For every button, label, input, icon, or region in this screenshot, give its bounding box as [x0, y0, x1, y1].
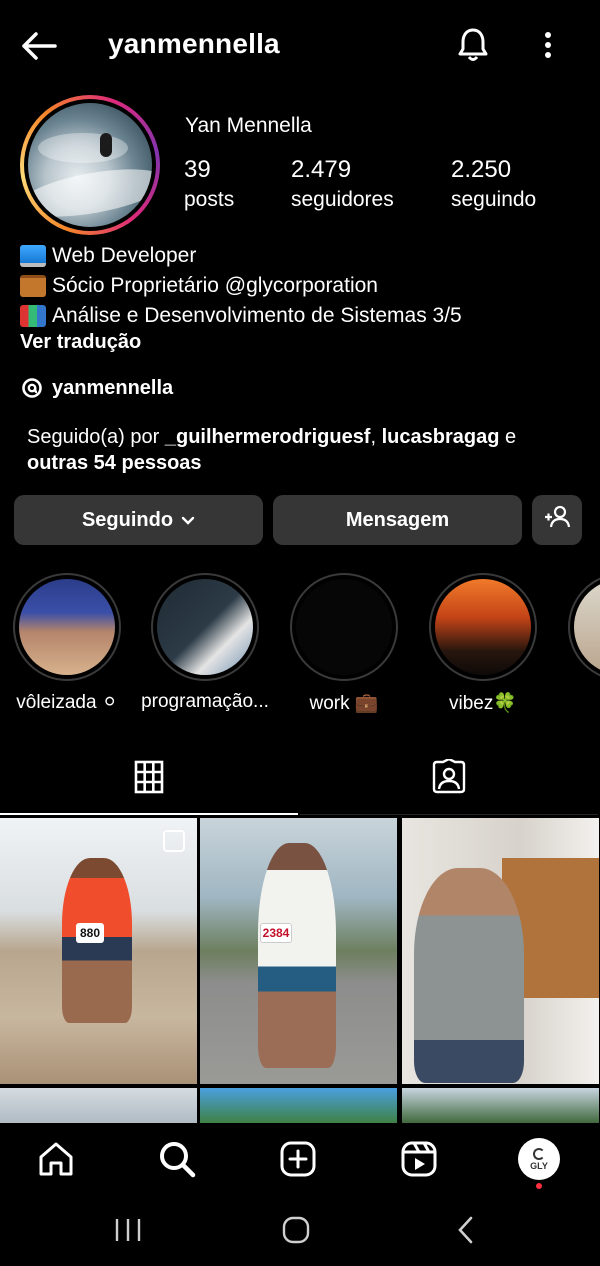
post-thumbnail[interactable] [200, 1088, 397, 1123]
post-thumbnail[interactable] [402, 818, 599, 1084]
highlight-label: vibez🍀 [448, 693, 517, 714]
stat-posts-label: posts [184, 188, 235, 211]
posts-grid: 880 2384 [0, 818, 600, 1123]
threads-handle: yanmennella [52, 376, 174, 399]
highlight-cover [435, 579, 531, 675]
desktop-computer-icon [20, 245, 46, 267]
add-person-button[interactable] [532, 495, 582, 545]
create-post-icon[interactable] [276, 1137, 320, 1181]
bio-line: Sócio Proprietário @glycorporation [20, 271, 462, 301]
bell-icon[interactable] [452, 24, 494, 66]
tab-tagged[interactable] [300, 745, 598, 815]
stat-posts-value: 39 [184, 156, 211, 183]
more-options-icon[interactable] [532, 24, 564, 66]
highlight-label: vôleizada ⚪ [16, 692, 118, 713]
home-icon[interactable] [34, 1137, 78, 1181]
bio-line: Web Developer [20, 241, 462, 271]
full-name: Yan Mennella [185, 114, 312, 137]
post-thumbnail[interactable]: 2384 [200, 818, 397, 1084]
highlight-cover [157, 579, 253, 675]
story-highlights: vôleizada ⚪ programação... work 💼 vibez🍀… [0, 573, 600, 723]
notification-dot [536, 1183, 542, 1189]
gly-logo-icon [533, 1147, 545, 1160]
briefcase-icon [20, 275, 46, 297]
avatar-photo [28, 103, 152, 227]
bio: Web Developer Sócio Proprietário @glycor… [20, 241, 462, 331]
following-button-label: Seguindo [81, 508, 174, 531]
highlight-item[interactable]: programação... [140, 573, 270, 713]
message-button[interactable]: Mensagem [273, 495, 522, 545]
highlight-cover [296, 579, 392, 675]
books-icon [20, 305, 46, 327]
highlight-cover [574, 579, 600, 675]
bio-text: Sócio Proprietário @glycorporation [52, 274, 378, 297]
profile-nav-avatar[interactable]: GLY [517, 1137, 561, 1181]
system-navigation-bar [0, 1195, 600, 1266]
profile-username: yanmennella [108, 28, 280, 59]
bio-text: Web Developer [52, 244, 197, 267]
highlight-item[interactable]: work 💼 [279, 573, 409, 715]
stat-posts[interactable]: 39 posts [184, 156, 234, 212]
threads-link[interactable]: yanmennella [20, 376, 173, 400]
tagged-person-icon [431, 757, 467, 800]
bio-line: Análise e Desenvolvimento de Sistemas 3/… [20, 301, 462, 331]
highlight-label: programação... [141, 691, 269, 712]
top-bar: yanmennella [0, 0, 600, 92]
carousel-icon [163, 830, 185, 852]
highlight-item[interactable]: ba [557, 573, 600, 713]
post-thumbnail[interactable] [0, 1088, 197, 1123]
stat-following[interactable]: 2.250 seguindo [451, 156, 536, 212]
system-back-icon[interactable] [450, 1213, 480, 1247]
add-person-icon [543, 505, 571, 535]
follower-username: lucasbragag [381, 426, 500, 448]
runner-figure [258, 843, 336, 1068]
followed-by-prefix: Seguido(a) por [27, 426, 165, 448]
system-home-icon[interactable] [278, 1213, 314, 1247]
bio-text: Análise e Desenvolvimento de Sistemas 3/… [52, 304, 462, 327]
stat-followers-value: 2.479 [291, 156, 352, 183]
back-arrow-icon[interactable] [18, 28, 60, 64]
avatar: GLY [518, 1138, 560, 1180]
see-translation-link[interactable]: Ver tradução [20, 331, 141, 354]
highlight-label: work 💼 [309, 693, 379, 714]
chevron-down-icon [181, 509, 195, 532]
reels-icon[interactable] [397, 1137, 441, 1181]
post-thumbnail[interactable] [402, 1088, 599, 1123]
followed-by-text[interactable]: Seguido(a) por _guilhermerodriguesf, luc… [27, 424, 567, 476]
post-thumbnail[interactable]: 880 [0, 818, 197, 1084]
followed-by-and: e [499, 426, 517, 448]
bottom-navigation: GLY [0, 1123, 600, 1195]
search-icon[interactable] [155, 1137, 199, 1181]
follower-username: _guilhermerodriguesf [164, 426, 371, 448]
stat-following-label: seguindo [451, 188, 537, 211]
stat-followers-label: seguidores [291, 188, 394, 211]
followed-by-others: outras 54 pessoas [27, 452, 202, 474]
highlight-label: ba [557, 691, 600, 713]
highlight-cover [19, 579, 115, 675]
following-button[interactable]: Seguindo [14, 495, 263, 545]
message-button-label: Mensagem [345, 508, 450, 531]
separator: , [370, 426, 382, 448]
threads-icon [20, 376, 44, 400]
race-bib: 2384 [260, 923, 292, 943]
recent-apps-icon[interactable] [110, 1213, 146, 1247]
race-bib: 880 [76, 923, 104, 943]
stat-following-value: 2.250 [451, 156, 512, 183]
stat-followers[interactable]: 2.479 seguidores [291, 156, 394, 212]
profile-tabs [0, 745, 600, 815]
tab-posts-grid[interactable] [0, 745, 298, 815]
highlight-item[interactable]: vibez🍀 [418, 573, 548, 715]
profile-avatar[interactable] [20, 95, 160, 235]
person-figure [414, 868, 524, 1083]
grid-icon [134, 760, 164, 799]
highlight-item[interactable]: vôleizada ⚪ [2, 573, 132, 714]
avatar-text: GLY [530, 1160, 548, 1171]
